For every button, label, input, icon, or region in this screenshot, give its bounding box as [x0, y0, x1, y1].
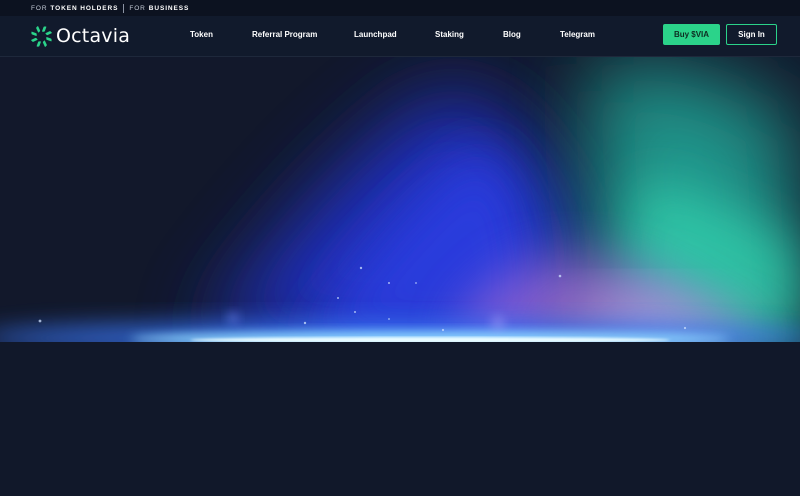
- octavia-logo-icon: [31, 25, 52, 47]
- brand-logo-link[interactable]: Octavia: [31, 25, 130, 47]
- sign-in-button[interactable]: Sign In: [726, 24, 777, 45]
- audience-link-business[interactable]: FOR BUSINESS: [129, 5, 189, 12]
- audience-prefix: FOR: [31, 4, 48, 12]
- nav-token[interactable]: Token: [190, 30, 213, 39]
- aurora-graphic: [0, 63, 800, 342]
- nav-telegram[interactable]: Telegram: [560, 30, 595, 39]
- nav-launchpad[interactable]: Launchpad: [354, 30, 397, 39]
- nav-blog[interactable]: Blog: [503, 30, 521, 39]
- site-header: Octavia Token Referral Program Launchpad…: [0, 16, 800, 57]
- brand-name: Octavia: [56, 25, 131, 47]
- buy-via-button[interactable]: Buy $VIA: [663, 24, 720, 45]
- hero-aurora-background: [0, 57, 800, 342]
- audience-label-business: BUSINESS: [148, 4, 190, 12]
- page-content-area: [0, 342, 800, 496]
- audience-label-token-holders: TOKEN HOLDERS: [50, 4, 119, 12]
- audience-switcher-bar: FOR TOKEN HOLDERS FOR BUSINESS: [0, 0, 800, 16]
- divider: [123, 3, 125, 13]
- audience-prefix: FOR: [129, 4, 146, 12]
- audience-link-token-holders[interactable]: FOR TOKEN HOLDERS: [31, 5, 118, 12]
- nav-staking[interactable]: Staking: [435, 30, 464, 39]
- nav-referral-program[interactable]: Referral Program: [252, 30, 317, 39]
